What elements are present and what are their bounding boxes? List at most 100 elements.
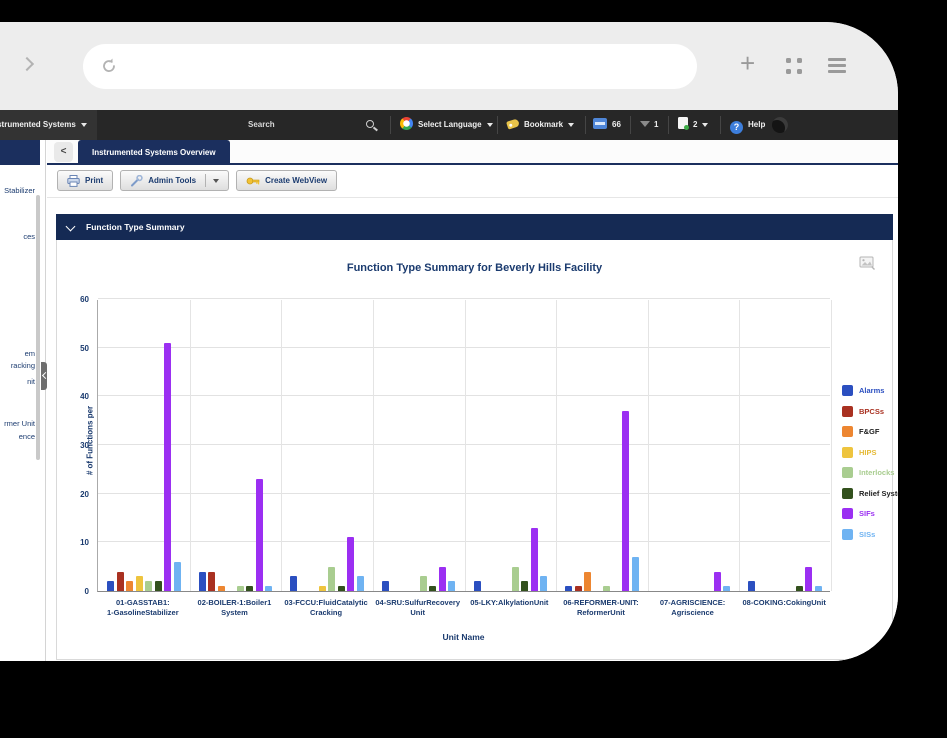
bar-hips[interactable]: [319, 586, 326, 591]
bar-sifs[interactable]: [531, 528, 538, 591]
bar-alarms[interactable]: [565, 586, 572, 591]
sidebar-item[interactable]: Stabilizer: [4, 186, 35, 195]
sidebar-item[interactable]: ces: [23, 232, 35, 241]
bar-relief-system[interactable]: [246, 586, 253, 591]
legend-item[interactable]: F&GF: [842, 426, 898, 437]
tab-instrumented-systems-overview[interactable]: Instrumented Systems Overview: [78, 140, 230, 165]
bar-siss[interactable]: [357, 576, 364, 591]
bar-bpcss[interactable]: [117, 572, 124, 591]
inbox-button[interactable]: 66: [593, 110, 621, 140]
bar-interlocks[interactable]: [145, 581, 152, 591]
search-icon[interactable]: [366, 120, 374, 128]
sidebar-item[interactable]: racking: [11, 361, 35, 370]
search-input[interactable]: Search: [248, 110, 275, 140]
moon-icon[interactable]: [772, 117, 788, 133]
sidebar-item[interactable]: ence: [19, 432, 35, 441]
bar-sifs[interactable]: [714, 572, 721, 591]
bar-bpcss[interactable]: [575, 586, 582, 591]
create-webview-button[interactable]: Create WebView: [236, 170, 337, 191]
bar-relief-system[interactable]: [155, 581, 162, 591]
plot-area: [97, 300, 830, 592]
bar-group: [648, 300, 740, 591]
tab-back-button[interactable]: <: [54, 142, 73, 162]
bar-alarms[interactable]: [290, 576, 297, 591]
bar-relief-system[interactable]: [429, 586, 436, 591]
bar-sifs[interactable]: [347, 537, 354, 591]
admin-tools-caret[interactable]: [205, 174, 219, 187]
bar-f-gf[interactable]: [126, 581, 133, 591]
documents-dropdown[interactable]: 2: [678, 110, 708, 140]
function-type-summary-header[interactable]: Function Type Summary: [56, 214, 893, 240]
bar-f-gf[interactable]: [218, 586, 225, 591]
bar-alarms[interactable]: [474, 581, 481, 591]
sidebar-item[interactable]: nit: [27, 377, 35, 386]
bar-siss[interactable]: [723, 586, 730, 591]
legend-label: BPCSs: [859, 407, 884, 416]
bar-interlocks[interactable]: [237, 586, 244, 591]
legend-item[interactable]: HIPS: [842, 447, 898, 458]
bar-sifs[interactable]: [439, 567, 446, 591]
bar-siss[interactable]: [265, 586, 272, 591]
wrench-icon: [130, 175, 143, 187]
legend-item[interactable]: Interlocks: [842, 467, 898, 478]
bar-alarms[interactable]: [107, 581, 114, 591]
chart-title: Function Type Summary for Beverly Hills …: [57, 240, 892, 274]
y-tick-label: 60: [80, 295, 89, 304]
bar-bpcss[interactable]: [208, 572, 215, 591]
bar-interlocks[interactable]: [328, 567, 335, 591]
legend-item[interactable]: Alarms: [842, 385, 898, 396]
bar-alarms[interactable]: [748, 581, 755, 591]
admin-tools-button[interactable]: Admin Tools: [120, 170, 229, 191]
bar-interlocks[interactable]: [603, 586, 610, 591]
forward-icon[interactable]: [20, 57, 34, 71]
bar-siss[interactable]: [540, 576, 547, 591]
printer-icon: [67, 175, 80, 187]
filter-button[interactable]: 1: [640, 110, 658, 140]
bar-siss[interactable]: [448, 581, 455, 591]
bar-alarms[interactable]: [199, 572, 206, 591]
bar-group: [556, 300, 648, 591]
sidebar-item[interactable]: em: [25, 349, 35, 358]
bar-sifs[interactable]: [256, 479, 263, 591]
funnel-icon: [640, 121, 650, 127]
bar-siss[interactable]: [815, 586, 822, 591]
legend-item[interactable]: Relief System: [842, 488, 898, 499]
print-button[interactable]: Print: [57, 170, 113, 191]
legend-swatch: [842, 488, 853, 499]
hamburger-menu-icon[interactable]: [828, 58, 846, 77]
legend-swatch: [842, 508, 853, 519]
bar-sifs[interactable]: [164, 343, 171, 591]
bar-group: [190, 300, 282, 591]
bar-relief-system[interactable]: [796, 586, 803, 591]
bar-sifs[interactable]: [622, 411, 629, 591]
sidebar-scrollbar[interactable]: [36, 195, 40, 460]
legend-item[interactable]: BPCSs: [842, 406, 898, 417]
select-language-dropdown[interactable]: Select Language: [400, 110, 493, 140]
bar-siss[interactable]: [174, 562, 181, 591]
reload-icon[interactable]: [100, 57, 118, 75]
help-button[interactable]: ?Help: [730, 110, 765, 140]
bar-relief-system[interactable]: [338, 586, 345, 591]
bar-interlocks[interactable]: [512, 567, 519, 591]
bar-alarms[interactable]: [382, 581, 389, 591]
new-tab-button[interactable]: +: [740, 48, 755, 79]
bar-siss[interactable]: [632, 557, 639, 591]
module-selector[interactable]: Instrumented Systems: [0, 110, 97, 140]
bookmark-dropdown[interactable]: Bookmark: [507, 110, 574, 140]
sidebar-item[interactable]: rmer Unit: [4, 419, 35, 428]
help-icon: ?: [730, 121, 743, 134]
bar-interlocks[interactable]: [420, 576, 427, 591]
bar-f-gf[interactable]: [584, 572, 591, 591]
export-image-icon[interactable]: [859, 256, 876, 270]
x-tick-label: 02-BOILER-1:Boiler1System: [189, 598, 281, 618]
sidebar-header: [0, 140, 40, 165]
bar-relief-system[interactable]: [521, 581, 528, 591]
tab-switcher-icon[interactable]: [786, 58, 803, 75]
legend-item[interactable]: SISs: [842, 529, 898, 540]
gridline: [831, 300, 832, 591]
bar-sifs[interactable]: [805, 567, 812, 591]
x-tick-label: 08-COKING:CokingUnit: [738, 598, 830, 618]
address-bar[interactable]: [83, 44, 697, 89]
bar-hips[interactable]: [136, 576, 143, 591]
legend-item[interactable]: SIFs: [842, 508, 898, 519]
